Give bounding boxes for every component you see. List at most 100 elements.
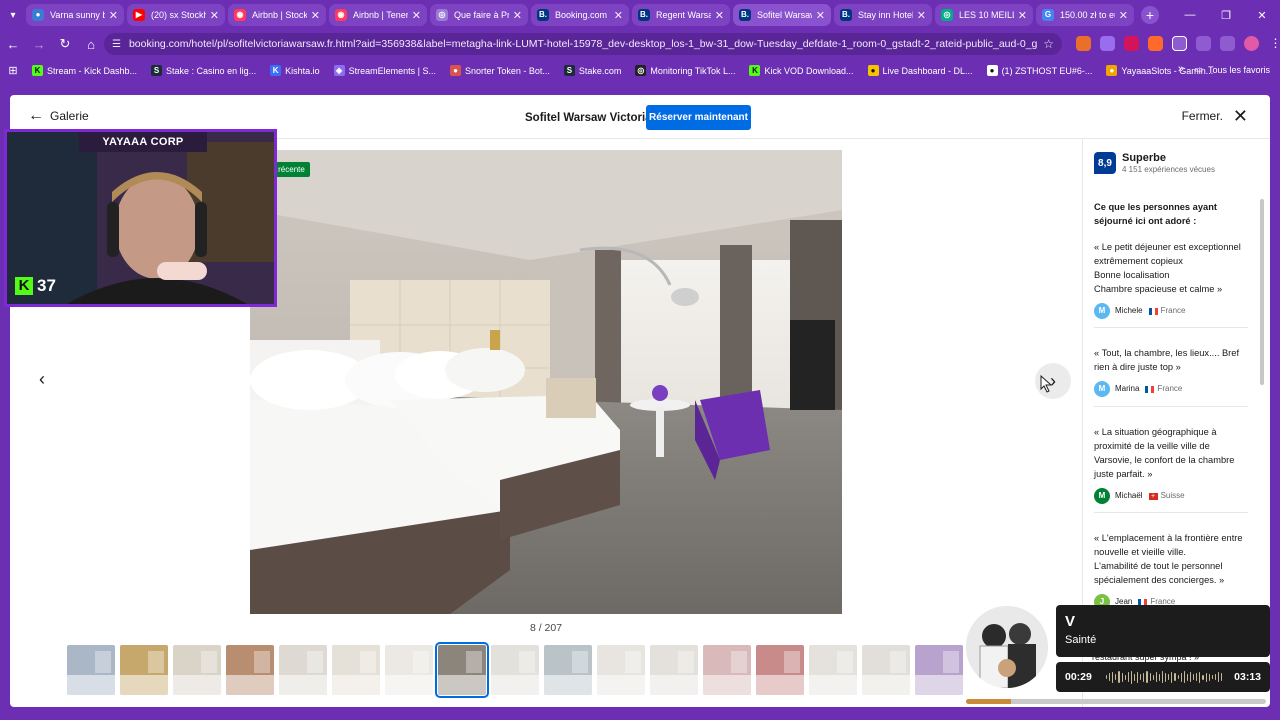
arrow-left-icon: ← (28, 107, 44, 124)
tab-close-icon[interactable]: ✕ (412, 9, 421, 22)
tab-title: LES 10 MEILLE (959, 10, 1014, 20)
back-icon[interactable]: ← (0, 37, 26, 52)
bookmark-item[interactable]: ● Live Dashboard - DL... (867, 65, 973, 76)
photo-thumbnail[interactable] (279, 645, 327, 695)
tab-close-icon[interactable]: ✕ (1018, 9, 1027, 22)
photo-thumbnail[interactable] (544, 645, 592, 695)
extension-icon[interactable] (1124, 36, 1139, 51)
bookmark-item[interactable]: ● Snorter Token - Bot... (450, 65, 550, 76)
media-icon[interactable] (1196, 36, 1211, 51)
close-window-icon[interactable]: ✕ (1244, 9, 1280, 22)
tab-close-icon[interactable]: ✕ (614, 9, 623, 22)
bookmark-item[interactable]: K Kick VOD Download... (749, 65, 854, 76)
new-tab-button[interactable]: + (1141, 6, 1159, 24)
photo-thumbnail[interactable] (67, 645, 115, 695)
photo-thumbnail[interactable] (756, 645, 804, 695)
all-bookmarks-folder[interactable]: ▭ Tous les favoris (1194, 64, 1270, 75)
photo-thumbnail[interactable] (703, 645, 751, 695)
tab-title: Stay inn Hotel (858, 10, 913, 20)
review-quote: « Tout, la chambre, les lieux.... Bref r… (1094, 348, 1240, 372)
tab-close-icon[interactable]: ✕ (210, 9, 219, 22)
bookmark-item[interactable]: K Kishta.io (270, 65, 320, 76)
browser-tab[interactable]: ◉ Airbnb | Stockh ✕ (228, 4, 326, 26)
tab-close-icon[interactable]: ✕ (109, 9, 118, 22)
extension-icon[interactable] (1076, 36, 1091, 51)
minimize-icon[interactable]: — (1172, 9, 1208, 21)
photo-thumbnail[interactable] (809, 645, 857, 695)
browser-tab[interactable]: G 150.00 zł to eu ✕ (1036, 4, 1134, 26)
tab-close-icon[interactable]: ✕ (816, 9, 825, 22)
profile-avatar[interactable] (1244, 36, 1259, 51)
bookmark-item[interactable]: S Stake.com (563, 65, 621, 76)
forward-icon[interactable]: → (26, 37, 52, 52)
bookmark-favicon-icon: S (151, 65, 163, 76)
extension-icon[interactable] (1148, 36, 1163, 51)
bookmark-item[interactable]: ◎ Monitoring TikTok L... (635, 65, 735, 76)
photo-thumbnail[interactable] (650, 645, 698, 695)
track-progress-bar[interactable] (966, 699, 1266, 704)
waveform-bar (1168, 674, 1170, 680)
photo-thumbnail[interactable] (597, 645, 645, 695)
url-bar[interactable]: ☰ booking.com/hotel/pl/sofitelvictoriawa… (104, 33, 1062, 55)
bookmark-favicon-icon: ● (867, 65, 879, 76)
bookmark-item[interactable]: ● (1) ZSTHOST EU#6-... (986, 65, 1092, 76)
sidebar-scrollbar[interactable] (1260, 199, 1264, 385)
photo-thumbnail[interactable] (862, 645, 910, 695)
waveform-bar (1221, 673, 1223, 681)
browser-tab[interactable]: ◉ Airbnb | Tenerif ✕ (329, 4, 427, 26)
photo-thumbnail[interactable] (173, 645, 221, 695)
tab-close-icon[interactable]: ✕ (917, 9, 926, 22)
photo-thumbnail[interactable] (120, 645, 168, 695)
extension-icon[interactable] (1100, 36, 1115, 51)
bookmark-item[interactable]: S Stake : Casino en lig... (151, 65, 256, 76)
tab-close-icon[interactable]: ✕ (311, 9, 320, 22)
browser-tab[interactable]: ◎ LES 10 MEILLE ✕ (935, 4, 1033, 26)
extensions-puzzle-icon[interactable] (1172, 36, 1187, 51)
waveform-bar (1193, 674, 1195, 680)
liked-heading: Ce que les personnes ayant séjourné ici … (1094, 202, 1217, 226)
bookmark-favicon-icon: ◎ (635, 65, 647, 76)
browser-tab[interactable]: B. Sofitel Warsaw ✕ (733, 4, 831, 26)
back-to-gallery-link[interactable]: ← Galerie (28, 107, 89, 124)
site-info-icon[interactable]: ☰ (112, 39, 121, 50)
tab-favicon-icon: G (1042, 9, 1054, 21)
photo-thumbnail[interactable] (435, 642, 489, 698)
bookmarks-overflow-icon[interactable]: » (1178, 63, 1184, 75)
bookmark-label: StreamElements | S... (348, 65, 436, 76)
maximize-icon[interactable]: ❐ (1208, 9, 1244, 22)
bookmark-item[interactable]: ◈ StreamElements | S... (333, 65, 436, 76)
apps-grid-icon[interactable]: ⊞ (0, 64, 26, 77)
browser-tab[interactable]: ▶ (20) sx Stockho ✕ (127, 4, 225, 26)
photo-thumbnail[interactable] (385, 645, 433, 695)
tab-close-icon[interactable]: ✕ (1119, 9, 1128, 22)
more-menu-icon[interactable]: ⋮ (1268, 36, 1280, 51)
photo-thumbnail[interactable] (226, 645, 274, 695)
browser-tab[interactable]: ● Varna sunny be ✕ (26, 4, 124, 26)
reload-icon[interactable]: ↻ (52, 36, 78, 52)
close-gallery-button[interactable]: Fermer. ✕ (1182, 107, 1248, 125)
home-icon[interactable]: ⌂ (78, 37, 104, 52)
reviewer-country: France (1160, 306, 1186, 315)
photo-thumbnail[interactable] (915, 645, 963, 695)
photo-thumbnail[interactable] (332, 645, 380, 695)
tab-favicon-icon: ◎ (436, 9, 448, 21)
photo-thumbnail[interactable] (491, 645, 539, 695)
browser-tab[interactable]: B. Regent Warsaw ✕ (632, 4, 730, 26)
reviewer-country: France (1157, 384, 1183, 393)
back-label: Galerie (50, 109, 89, 123)
previous-photo-button[interactable]: ‹ (32, 369, 52, 393)
bookmark-item[interactable]: K Stream - Kick Dashb... (32, 65, 137, 76)
bookmark-star-icon[interactable]: ☆ (1043, 37, 1054, 51)
waveform-bar (1217, 672, 1220, 682)
waveform-bar (1146, 671, 1148, 683)
browser-tab[interactable]: ◎ Que faire à Pra ✕ (430, 4, 528, 26)
tab-close-icon[interactable]: ✕ (715, 9, 724, 22)
browser-tab[interactable]: B. Booking.com ✕ (531, 4, 629, 26)
tab-list-menu-icon[interactable]: ▾ (0, 0, 26, 30)
browser-tab[interactable]: B. Stay inn Hotel ✕ (834, 4, 932, 26)
sidebar-icon[interactable] (1220, 36, 1235, 51)
tab-title: Airbnb | Stockh (252, 10, 307, 20)
reserve-now-button[interactable]: Réserver maintenant (646, 105, 751, 130)
tab-close-icon[interactable]: ✕ (513, 9, 522, 22)
bookmark-favicon-icon: ● (986, 65, 998, 76)
